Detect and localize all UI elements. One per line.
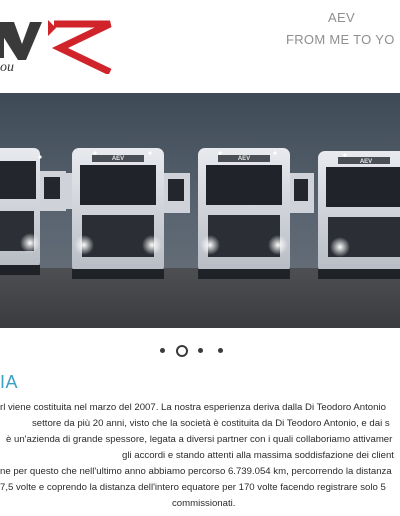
hero-slider[interactable]: AEV AEV AEV — [0, 93, 400, 328]
body-line: ne per questo che nell'ultimo anno abbia… — [0, 466, 392, 477]
truck-badge: AEV — [112, 156, 124, 162]
body-line: commissionati. — [172, 498, 236, 509]
truck-badge: AEV — [238, 156, 250, 162]
body-line: gli accordi e stando attenti alla massim… — [122, 450, 394, 461]
body-line: rl viene costituita nel marzo del 2007. … — [0, 402, 386, 413]
logo-mark — [0, 20, 112, 74]
carousel-dot-4[interactable] — [218, 348, 223, 353]
body-line: è un'azienda di grande spessore, legata … — [6, 434, 393, 445]
carousel-dot-3[interactable] — [198, 348, 203, 353]
section-title: IA — [0, 372, 19, 392]
hero-image: AEV AEV AEV — [0, 93, 400, 328]
logo[interactable]: ou — [0, 8, 130, 78]
body-line: settore da più 20 anni, visto che la soc… — [32, 418, 390, 429]
carousel-dots — [154, 345, 234, 359]
carousel-dot-2[interactable] — [176, 345, 188, 357]
truck-badge: AEV — [360, 159, 372, 165]
brand-slogan: FROM ME TO YO — [286, 32, 395, 47]
site-header: ou AEV FROM ME TO YO — [0, 0, 400, 92]
carousel-dot-1[interactable] — [160, 348, 165, 353]
logo-tagline: ou — [0, 60, 14, 75]
body-line: 7,5 volte e coprendo la distanza dell'in… — [0, 482, 386, 493]
brand-name: AEV — [328, 10, 355, 25]
